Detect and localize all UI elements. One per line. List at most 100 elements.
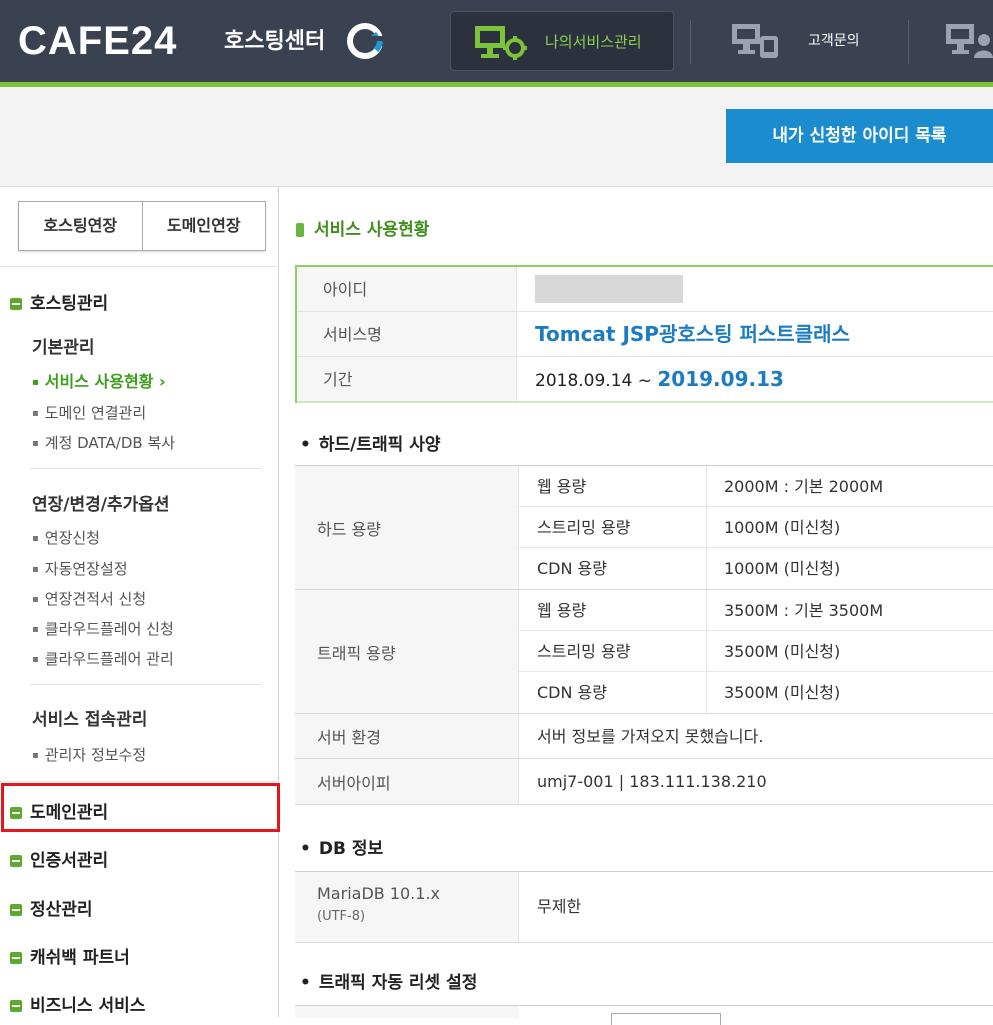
table-row: 아이디	[297, 267, 993, 312]
sidebar-item-estimate[interactable]: 연장견적서 신청	[32, 589, 146, 610]
nav-my-service-label: 나의서비스관리	[545, 33, 642, 51]
service-info-table: 아이디 서비스명 Tomcat JSP광호스팅 퍼스트클래스 기간 2018.0…	[295, 265, 993, 403]
sidebar-item-service-usage[interactable]: 서비스 사용현황	[32, 372, 166, 393]
traffic-reset-table	[295, 1005, 993, 1025]
service-name-label: 서비스명	[297, 312, 517, 356]
spec-value: 3500M : 기본 3500M	[724, 601, 884, 620]
sidebar-category-business[interactable]: 비즈니스 서비스	[10, 995, 145, 1017]
period-end: 2019.09.13	[657, 367, 784, 391]
monitor-person-icon	[946, 24, 993, 58]
spec-value: 3500M (미신청)	[724, 683, 841, 702]
my-id-list-button[interactable]: 내가 신청한 아이디 목록	[726, 109, 993, 163]
hard-capacity-group: 하드 용량 웹 용량 2000M : 기본 2000M 스트리밍 용량 1000…	[295, 466, 993, 590]
sidebar-divider	[0, 266, 279, 267]
server-env-value: 서버 정보를 가져오지 못했습니다.	[537, 727, 764, 746]
top-nav-bar: CAFE24 호스팅센터 나의서비스관리 고객문의	[0, 0, 993, 82]
sidebar-divider	[0, 781, 279, 782]
sidebar-category-billing[interactable]: 정산관리	[10, 899, 93, 921]
monitor-phone-icon	[732, 24, 778, 58]
db-info-table: MariaDB 10.1.x (UTF-8) 무제한	[295, 871, 993, 943]
page-title-label: 서비스 사용현황	[314, 220, 430, 240]
cafe24-logo[interactable]: CAFE24	[18, 18, 177, 64]
spec-key: 스트리밍 용량	[519, 631, 707, 671]
nav-customer-inquiry-label: 고객문의	[808, 33, 860, 49]
traffic-capacity-group: 트래픽 용량 웹 용량 3500M : 기본 3500M 스트리밍 용량 350…	[295, 590, 993, 714]
extension-buttons: 호스팅연장 도메인연장	[18, 201, 266, 251]
sidebar-category-label: 캐쉬백 파트너	[30, 948, 130, 968]
table-row: 웹 용량 2000M : 기본 2000M	[519, 466, 993, 507]
table-row: 스트리밍 용량 1000M (미신청)	[519, 507, 993, 548]
sub-header: 내가 신청한 아이디 목록	[0, 87, 993, 187]
spec-key: 웹 용량	[519, 466, 707, 506]
spec-value: 3500M (미신청)	[724, 642, 841, 661]
hosting-extend-button[interactable]: 호스팅연장	[19, 202, 142, 250]
hard-capacity-label: 하드 용량	[295, 466, 519, 589]
collapse-icon	[10, 298, 22, 310]
table-row: CDN 용량 1000M (미신청)	[519, 548, 993, 589]
traffic-capacity-label: 트래픽 용량	[295, 590, 519, 713]
sidebar-item-admin-info[interactable]: 관리자 정보수정	[32, 745, 146, 766]
db-label-cell: MariaDB 10.1.x (UTF-8)	[295, 872, 519, 942]
sidebar-category-label: 정산관리	[30, 900, 93, 920]
sidebar-item-data-db-copy[interactable]: 계정 DATA/DB 복사	[32, 433, 175, 454]
sidebar-item-extend-request[interactable]: 연장신청	[32, 528, 100, 549]
spec-table: 하드 용량 웹 용량 2000M : 기본 2000M 스트리밍 용량 1000…	[295, 465, 993, 805]
sidebar-group-access: 서비스 접속관리	[32, 710, 148, 730]
db-encoding: (UTF-8)	[317, 909, 366, 924]
spec-value: 2000M : 기본 2000M	[724, 477, 884, 496]
spec-value: 1000M (미신청)	[724, 559, 841, 578]
id-value	[517, 267, 993, 311]
spec-key: CDN 용량	[519, 672, 707, 713]
expand-icon	[10, 1000, 22, 1012]
traffic-reset-title: 트래픽 자동 리셋 설정	[300, 972, 478, 994]
db-name: MariaDB 10.1.x	[317, 884, 440, 903]
title-marker-icon	[296, 223, 304, 237]
table-row: 서비스명 Tomcat JSP광호스팅 퍼스트클래스	[297, 312, 993, 357]
masked-id	[535, 275, 683, 303]
spec-value: 1000M (미신청)	[724, 518, 841, 537]
db-capacity-value: 무제한	[537, 897, 582, 916]
page-title: 서비스 사용현황	[296, 219, 429, 241]
hosting-center-label: 호스팅센터	[224, 29, 326, 54]
db-section-title: DB 정보	[300, 838, 383, 860]
highlight-box	[1, 783, 280, 832]
sidebar-group-basic: 기본관리	[32, 338, 95, 358]
sidebar-item-auto-extend[interactable]: 자동연장설정	[32, 559, 128, 580]
sidebar-category-label: 비즈니스 서비스	[30, 996, 146, 1016]
spec-key: CDN 용량	[519, 548, 707, 589]
expand-icon	[10, 855, 22, 867]
sidebar-category-cashback[interactable]: 캐쉬백 파트너	[10, 947, 130, 969]
server-env-row: 서버 환경 서버 정보를 가져오지 못했습니다.	[295, 714, 993, 759]
server-ip-row: 서버아이피 umj7-001 | 183.111.138.210	[295, 759, 993, 805]
sidebar-item-cloudflare-request[interactable]: 클라우드플레어 신청	[32, 619, 174, 640]
reset-label-cell	[295, 1006, 519, 1018]
domain-extend-button[interactable]: 도메인연장	[141, 202, 266, 250]
nav-divider	[908, 20, 909, 64]
table-row: 웹 용량 3500M : 기본 3500M	[519, 590, 993, 631]
period-value: 2018.09.14 ~ 2019.09.13	[517, 357, 993, 401]
sidebar-category-label: 인증서관리	[30, 851, 109, 871]
server-ip-value: umj7-001 | 183.111.138.210	[537, 772, 767, 791]
sidebar-item-domain-connect[interactable]: 도메인 연결관리	[32, 403, 146, 424]
sidebar-category-label: 호스팅관리	[30, 294, 109, 314]
id-label: 아이디	[297, 267, 517, 311]
sidebar-group-extension: 연장/변경/추가옵션	[32, 495, 170, 515]
server-env-label: 서버 환경	[295, 714, 519, 758]
service-name-value: Tomcat JSP광호스팅 퍼스트클래스	[535, 322, 850, 346]
table-row: CDN 용량 3500M (미신청)	[519, 672, 993, 713]
table-row: 기간 2018.09.14 ~ 2019.09.13	[297, 357, 993, 403]
sidebar-category-certificate[interactable]: 인증서관리	[10, 850, 108, 872]
spec-key: 스트리밍 용량	[519, 507, 707, 547]
sidebar-divider	[30, 684, 262, 685]
nav-my-service[interactable]: 나의서비스관리	[450, 11, 674, 71]
server-ip-label: 서버아이피	[295, 759, 519, 804]
reset-select[interactable]	[611, 1013, 721, 1025]
monitor-gear-icon	[475, 26, 527, 60]
table-row: 스트리밍 용량 3500M (미신청)	[519, 631, 993, 672]
nav-divider	[690, 20, 691, 64]
period-label: 기간	[297, 357, 517, 401]
expand-icon	[10, 952, 22, 964]
sidebar-category-hosting[interactable]: 호스팅관리	[10, 293, 108, 315]
spec-section-title: 하드/트래픽 사양	[300, 434, 441, 456]
sidebar-item-cloudflare-manage[interactable]: 클라우드플레어 관리	[32, 649, 174, 670]
